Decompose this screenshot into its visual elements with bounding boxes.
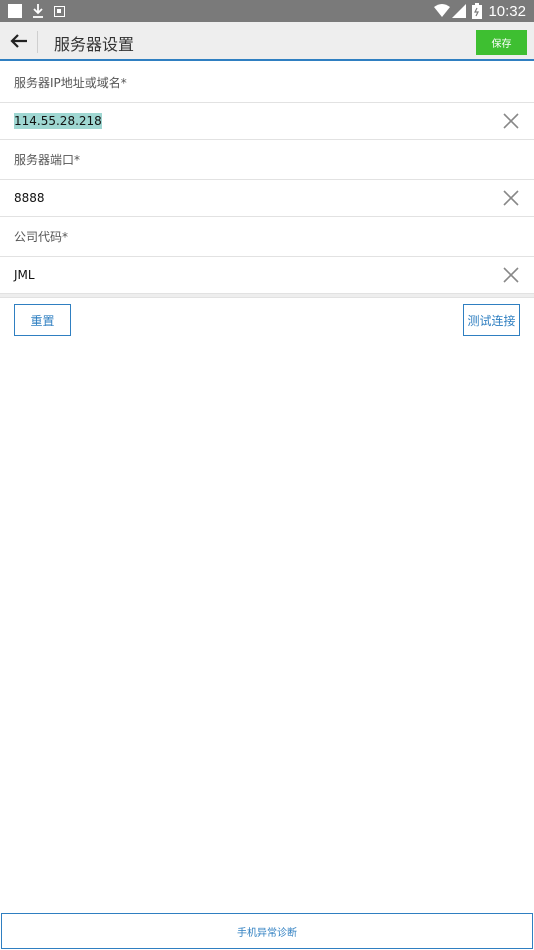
clear-server-port-icon[interactable] bbox=[503, 190, 519, 206]
server-port-label: 服务器端口* bbox=[0, 140, 534, 180]
status-time: 10:32 bbox=[488, 2, 526, 20]
status-notifications bbox=[8, 3, 65, 19]
signal-icon bbox=[452, 4, 467, 18]
reset-button[interactable]: 重置 bbox=[14, 304, 71, 336]
status-bar: 10:32 bbox=[0, 0, 534, 22]
company-code-value: JML bbox=[14, 268, 35, 282]
battery-icon bbox=[472, 3, 483, 19]
download-icon bbox=[33, 4, 43, 18]
save-button[interactable]: 保存 bbox=[476, 30, 527, 55]
company-code-section: 公司代码* JML bbox=[0, 217, 534, 298]
server-ip-value: 114.55.28.218 bbox=[14, 113, 102, 129]
server-port-input[interactable]: 8888 bbox=[0, 180, 534, 216]
server-ip-section: 服务器IP地址或域名* 114.55.28.218 bbox=[0, 63, 534, 144]
divider bbox=[0, 293, 534, 298]
test-connection-button[interactable]: 测试连接 bbox=[463, 304, 520, 336]
toolbar-divider bbox=[37, 31, 38, 53]
server-ip-input[interactable]: 114.55.28.218 bbox=[0, 103, 534, 139]
phone-diagnose-button[interactable]: 手机异常诊断 bbox=[1, 913, 533, 949]
clear-server-ip-icon[interactable] bbox=[503, 113, 519, 129]
company-code-input[interactable]: JML bbox=[0, 257, 534, 293]
clear-company-code-icon[interactable] bbox=[503, 267, 519, 283]
page-title: 服务器设置 bbox=[54, 35, 135, 54]
server-port-section: 服务器端口* 8888 bbox=[0, 140, 534, 221]
status-system: 10:32 bbox=[434, 2, 526, 20]
back-arrow-icon[interactable] bbox=[8, 30, 30, 52]
wifi-icon bbox=[434, 4, 451, 17]
square-notification-icon bbox=[8, 4, 22, 18]
toolbar: 服务器设置 保存 bbox=[0, 22, 534, 61]
a-icon bbox=[54, 5, 65, 17]
server-port-value: 8888 bbox=[14, 191, 45, 205]
company-code-label: 公司代码* bbox=[0, 217, 534, 257]
server-ip-label: 服务器IP地址或域名* bbox=[0, 63, 534, 103]
